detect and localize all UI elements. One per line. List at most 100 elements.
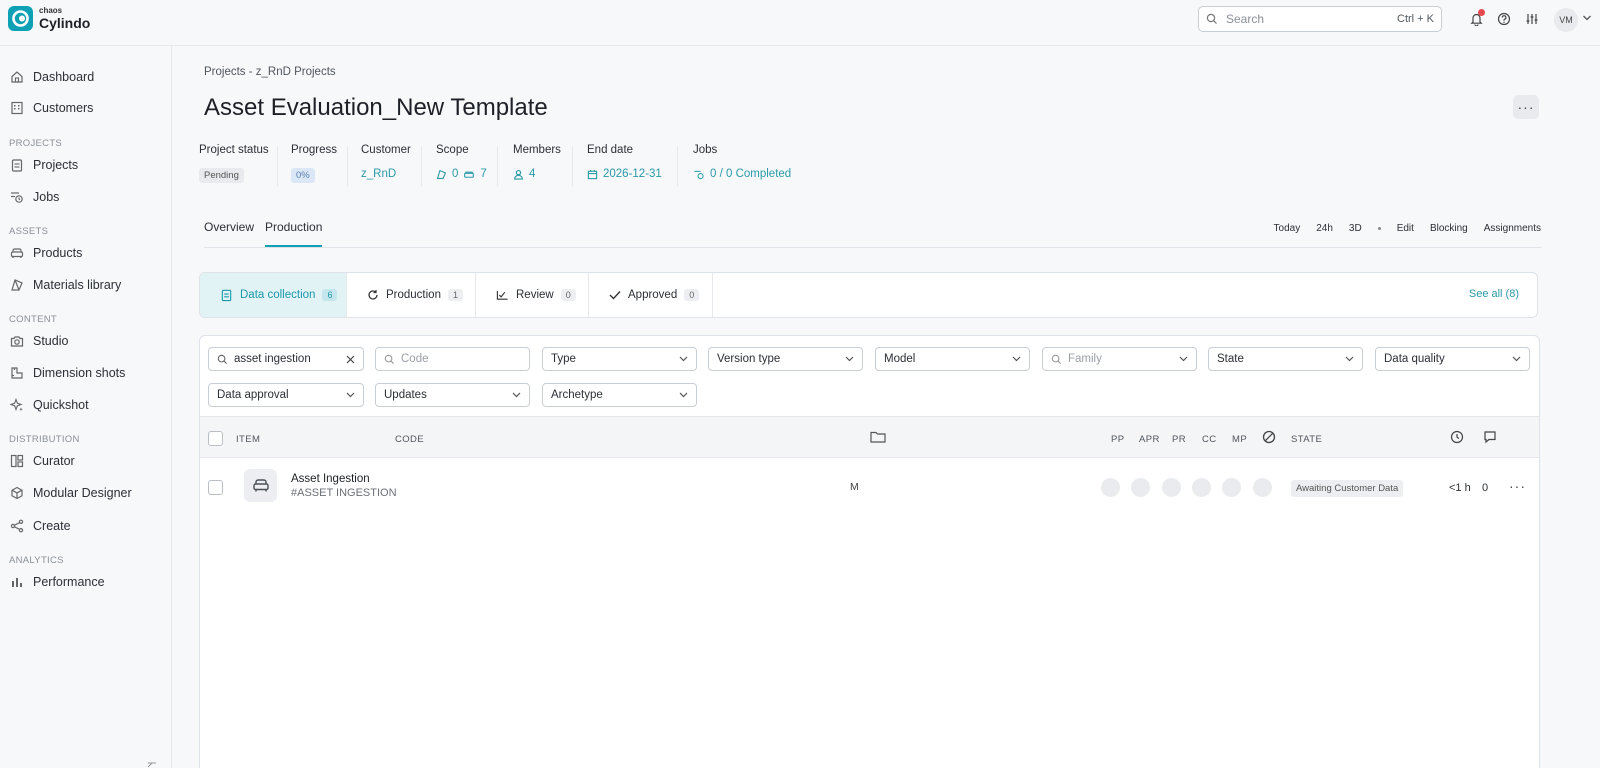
stage-data-collection[interactable]: Data collection 6 <box>200 273 347 317</box>
cube-icon <box>11 486 23 500</box>
col-mp[interactable]: MP <box>1232 434 1247 445</box>
search-icon <box>384 354 395 364</box>
stage-label: Production <box>386 289 441 301</box>
tab-production[interactable]: Production <box>265 220 323 247</box>
brand-logo[interactable]: chaos Cylindo <box>8 6 90 31</box>
brand-small: chaos <box>39 6 63 15</box>
row-more-button[interactable]: ··· <box>1509 478 1526 494</box>
24h-link[interactable]: 24h <box>1316 223 1333 234</box>
chevron-down-icon <box>512 392 521 398</box>
row-checkbox[interactable] <box>208 480 223 495</box>
sidebar-item-jobs[interactable]: Jobs <box>10 186 59 208</box>
meta-scope: Scope 0 7 <box>436 144 487 180</box>
table-header: ITEM CODE PP APR PR CC MP STATE <box>200 416 1539 458</box>
blocking-link[interactable]: Blocking <box>1430 223 1468 234</box>
stage-count: 0 <box>560 289 576 301</box>
breadcrumb[interactable]: Projects - z_RnD Projects <box>204 66 336 78</box>
collapse-sidebar-icon[interactable] <box>145 762 157 768</box>
assignments-link[interactable]: Assignments <box>1484 223 1541 234</box>
items-panel: asset ingestion Code Type Version type M… <box>199 335 1540 768</box>
select-label: Updates <box>384 389 427 401</box>
col-pp[interactable]: PP <box>1111 434 1124 445</box>
sidebar-item-materials-library[interactable]: Materials library <box>10 274 121 296</box>
data-quality-select[interactable]: Data quality <box>1375 347 1530 371</box>
sidebar-item-dashboard[interactable]: Dashboard <box>10 66 94 88</box>
archetype-select[interactable]: Archetype <box>542 383 697 407</box>
family-select[interactable]: Family <box>1042 347 1197 371</box>
notifications-button[interactable] <box>1462 9 1490 29</box>
chevron-down-icon <box>845 356 854 362</box>
scope-values[interactable]: 0 7 <box>436 168 487 180</box>
meta-members: Members 4 <box>513 144 561 180</box>
col-pr[interactable]: PR <box>1172 434 1186 445</box>
tab-overview[interactable]: Overview <box>204 220 254 241</box>
meta-label: End date <box>587 144 634 156</box>
col-state[interactable]: STATE <box>1291 434 1322 445</box>
sidebar-item-customers[interactable]: Customers <box>10 97 93 119</box>
sidebar-item-performance[interactable]: Performance <box>10 571 105 593</box>
sidebar-item-label: Curator <box>33 454 75 468</box>
sidebar-item-products[interactable]: Products <box>10 242 82 264</box>
sidebar-item-curator[interactable]: Curator <box>10 450 75 472</box>
members-value[interactable]: 4 <box>513 168 561 180</box>
stage-approved[interactable]: Approved 0 <box>589 273 713 317</box>
updates-select[interactable]: Updates <box>375 383 530 407</box>
table-row[interactable]: Asset Ingestion #ASSET INGESTION M Await… <box>200 459 1539 517</box>
sidebar-item-quickshot[interactable]: Quickshot <box>10 394 89 416</box>
sidebar-item-dimension-shots[interactable]: Dimension shots <box>10 362 125 384</box>
sidebar-item-modular-designer[interactable]: Modular Designer <box>10 482 132 504</box>
version-type-select[interactable]: Version type <box>708 347 863 371</box>
help-button[interactable] <box>1490 9 1518 29</box>
section-analytics: ANALYTICS <box>9 555 64 566</box>
end-date-value[interactable]: 2026-12-31 <box>587 168 662 180</box>
see-all-link[interactable]: See all (8) <box>1469 288 1519 300</box>
item-name[interactable]: Asset Ingestion <box>291 473 370 485</box>
meta-label: Project status <box>199 144 269 156</box>
settings-button[interactable] <box>1518 9 1546 29</box>
col-cc[interactable]: CC <box>1202 434 1217 445</box>
meta-label: Customer <box>361 144 411 156</box>
item-search-input[interactable]: asset ingestion <box>208 347 364 371</box>
model-select[interactable]: Model <box>875 347 1030 371</box>
stage-production[interactable]: Production 1 <box>347 273 476 317</box>
state-select[interactable]: State <box>1208 347 1363 371</box>
chevron-down-icon[interactable] <box>1582 14 1592 22</box>
item-comment-count: 0 <box>1482 482 1489 494</box>
data-approval-select[interactable]: Data approval <box>208 383 364 407</box>
edit-link[interactable]: Edit <box>1397 223 1414 234</box>
chevron-down-icon <box>1345 356 1354 362</box>
global-search[interactable]: Search Ctrl + K <box>1198 6 1442 32</box>
sidebar-item-projects[interactable]: Projects <box>10 154 78 176</box>
sliders-icon <box>1526 14 1538 24</box>
chevron-down-icon <box>679 392 688 398</box>
col-item[interactable]: ITEM <box>236 434 260 445</box>
sidebar-item-create[interactable]: Create <box>10 515 71 537</box>
building-icon <box>11 101 23 115</box>
code-input[interactable]: Code <box>375 347 530 371</box>
today-link[interactable]: Today <box>1274 223 1301 234</box>
customer-link[interactable]: z_RnD <box>361 168 396 180</box>
3d-link[interactable]: 3D <box>1349 223 1362 234</box>
select-all-checkbox[interactable] <box>208 431 223 446</box>
col-code[interactable]: CODE <box>395 434 424 445</box>
sidebar-item-studio[interactable]: Studio <box>10 330 68 352</box>
meta-label: Scope <box>436 144 469 156</box>
jobs-completed: 0 / 0 Completed <box>710 168 792 180</box>
jobs-value[interactable]: 0 / 0 Completed <box>693 168 791 180</box>
meta-end-date: End date 2026-12-31 <box>587 144 662 180</box>
stage-count: 6 <box>322 289 338 301</box>
user-avatar[interactable]: VM <box>1554 8 1578 32</box>
section-distribution: DISTRIBUTION <box>9 434 80 445</box>
close-icon[interactable] <box>346 355 355 364</box>
ruler-icon <box>11 367 23 379</box>
blocked-status-dot <box>1253 478 1272 497</box>
stage-review[interactable]: Review 0 <box>476 273 589 317</box>
sidebar-item-label: Customers <box>33 101 94 115</box>
col-apr[interactable]: APR <box>1139 434 1160 445</box>
meta-customer: Customer z_RnD <box>361 144 411 180</box>
meta-status: Project status Pending <box>199 144 269 183</box>
type-select[interactable]: Type <box>542 347 697 371</box>
jobs-icon <box>694 170 704 179</box>
chevron-down-icon <box>346 392 355 398</box>
project-more-button[interactable]: ··· <box>1513 95 1539 119</box>
